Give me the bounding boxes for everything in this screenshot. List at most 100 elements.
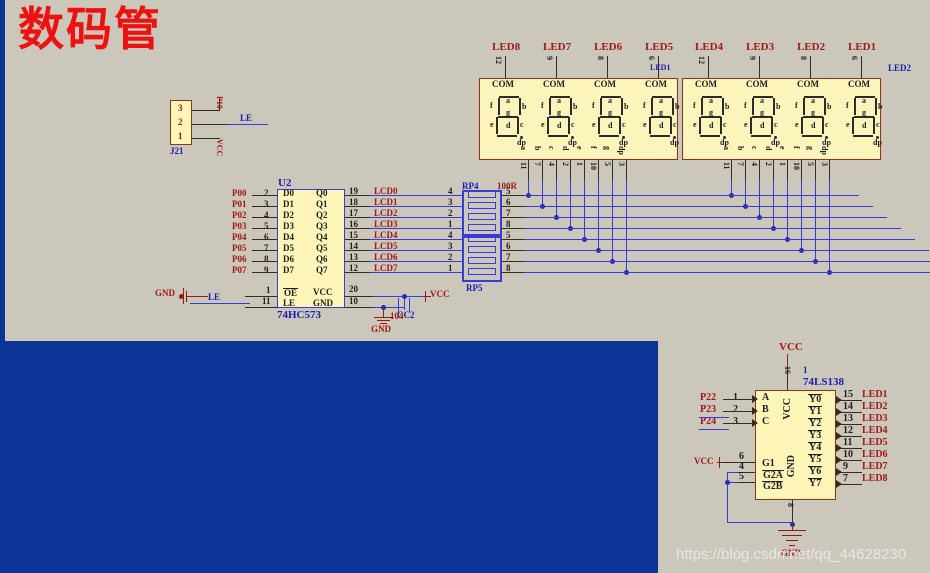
- u2-output-name: Q4: [316, 232, 328, 242]
- schematic-canvas: 数码管 3 2 1 J21 P10 LE VCC U2 74HC573 P00 2…: [0, 0, 930, 573]
- decoder-designator: 1: [803, 365, 808, 375]
- digit-com-pin: 8: [596, 56, 605, 60]
- u2-output-name: Q5: [316, 243, 328, 253]
- decoder-vcc-name: VCC: [782, 398, 793, 420]
- digit-name: LED3: [746, 41, 775, 53]
- u2-vcc-name: VCC: [313, 287, 333, 297]
- segment-pin-letter: dp: [617, 146, 626, 155]
- segment-letter: g: [557, 108, 561, 117]
- segment-letter: g: [608, 108, 612, 117]
- decoder-g2b-name: G2B: [762, 481, 784, 492]
- segment-letter: b: [624, 102, 629, 111]
- digit-com-label: COM: [645, 79, 667, 89]
- u2-gnd-pin: 10: [349, 296, 358, 306]
- u2-left-pin: 4: [264, 210, 269, 220]
- segment-letter: a: [811, 96, 815, 105]
- segment-letter: e: [795, 120, 799, 129]
- j21-pin-3: 3: [178, 103, 183, 113]
- digit-com-label: COM: [695, 79, 717, 89]
- decoder-output-net: LED6: [862, 449, 888, 460]
- decoder-output-net: LED5: [862, 437, 888, 448]
- segment-pin-number: 7: [736, 162, 745, 166]
- u2-cap-value: 104: [390, 311, 404, 321]
- segment-letter: c: [825, 120, 829, 129]
- u2-right-net: LCD5: [374, 241, 398, 251]
- decoder-output-name: Y3: [808, 430, 823, 441]
- segment-pin-letter: d: [764, 146, 773, 151]
- decoder-output-pin: 13: [843, 413, 853, 424]
- segment-letter: f: [846, 101, 849, 110]
- j21-pin-1: 1: [178, 131, 183, 141]
- decoder-enable-net: VCC: [694, 456, 714, 466]
- segment-letter: e: [744, 120, 748, 129]
- segment-letter: b: [725, 102, 730, 111]
- digit-name: LED5: [645, 41, 674, 53]
- u2-right-net: LCD6: [374, 252, 398, 262]
- u2-left-net: P02: [232, 210, 247, 220]
- segment-pin-letter: f: [792, 146, 801, 149]
- j21-net-le: LE: [240, 113, 253, 123]
- segment-letter: f: [592, 101, 595, 110]
- respack-left-pin: 3: [448, 197, 453, 207]
- watermark-text: https://blog.csdn.net/qq_44628230: [676, 546, 907, 563]
- segment-letter: c: [673, 120, 677, 129]
- segment-letter: dp: [873, 138, 882, 147]
- segment-pin-number: 1: [575, 162, 584, 166]
- digit-com-label: COM: [594, 79, 616, 89]
- digit-name: LED6: [594, 41, 623, 53]
- decoder-output-name: Y7: [808, 478, 823, 489]
- u2-left-pin: 5: [264, 221, 269, 231]
- digit-name: LED2: [797, 41, 826, 53]
- u2-input-name: D0: [283, 188, 294, 198]
- segment-pin-number: 7: [533, 162, 542, 166]
- u2-oe-net-gnd: GND: [155, 288, 175, 298]
- decoder-output-net: LED3: [862, 413, 888, 424]
- segment-pin-letter: e: [575, 146, 584, 150]
- respack-left-pin: 1: [448, 263, 453, 273]
- u2-right-pin: 19: [349, 186, 358, 196]
- segment-pin-letter: c: [750, 146, 759, 150]
- segment-letter: e: [643, 120, 647, 129]
- u2-input-name: D6: [283, 254, 294, 264]
- segment-letter: b: [675, 102, 680, 111]
- segment-letter: f: [643, 101, 646, 110]
- u2-left-net: P05: [232, 243, 247, 253]
- segment-pin-number: 4: [547, 162, 556, 166]
- segment-letter: a: [862, 96, 866, 105]
- u2-left-net: P01: [232, 199, 247, 209]
- decoder-addr-name: B: [762, 404, 769, 415]
- segment-pin-letter: b: [533, 146, 542, 151]
- u2-input-name: D1: [283, 199, 294, 209]
- segment-letter: a: [659, 96, 663, 105]
- segment-letter: e: [693, 120, 697, 129]
- decoder-addr-pin: 1: [733, 392, 738, 403]
- u2-right-net: LCD0: [374, 186, 398, 196]
- segment-letter: c: [571, 120, 575, 129]
- u2-right-pin: 14: [349, 241, 358, 251]
- decoder-addr-pin: 3: [733, 416, 738, 427]
- u2-right-pin: 12: [349, 263, 358, 273]
- decoder-output-name: Y2: [808, 418, 823, 429]
- u2-output-name: Q3: [316, 221, 328, 231]
- u2-right-net: LCD2: [374, 208, 398, 218]
- digit-com-label: COM: [848, 79, 870, 89]
- segment-letter: b: [573, 102, 578, 111]
- decoder-output-net: LED7: [862, 461, 888, 472]
- segment-pin-letter: a: [519, 146, 528, 150]
- u2-left-pin: 6: [264, 232, 269, 242]
- segment-letter: c: [520, 120, 524, 129]
- decoder-output-name: Y0: [808, 394, 823, 405]
- segment-letter: c: [723, 120, 727, 129]
- segment-letter: d: [659, 121, 664, 130]
- digit-name: LED7: [543, 41, 572, 53]
- segment-letter: a: [709, 96, 713, 105]
- j21-pin-2: 2: [178, 117, 183, 127]
- digit-com-label: COM: [797, 79, 819, 89]
- decoder-output-name: Y4: [808, 442, 823, 453]
- segment-letter: f: [795, 101, 798, 110]
- segment-pin-letter: e: [778, 146, 787, 150]
- segment-letter: d: [557, 121, 562, 130]
- segment-letter: g: [709, 108, 713, 117]
- u2-input-name: D5: [283, 243, 294, 253]
- j21-net-p10: P10: [215, 96, 224, 109]
